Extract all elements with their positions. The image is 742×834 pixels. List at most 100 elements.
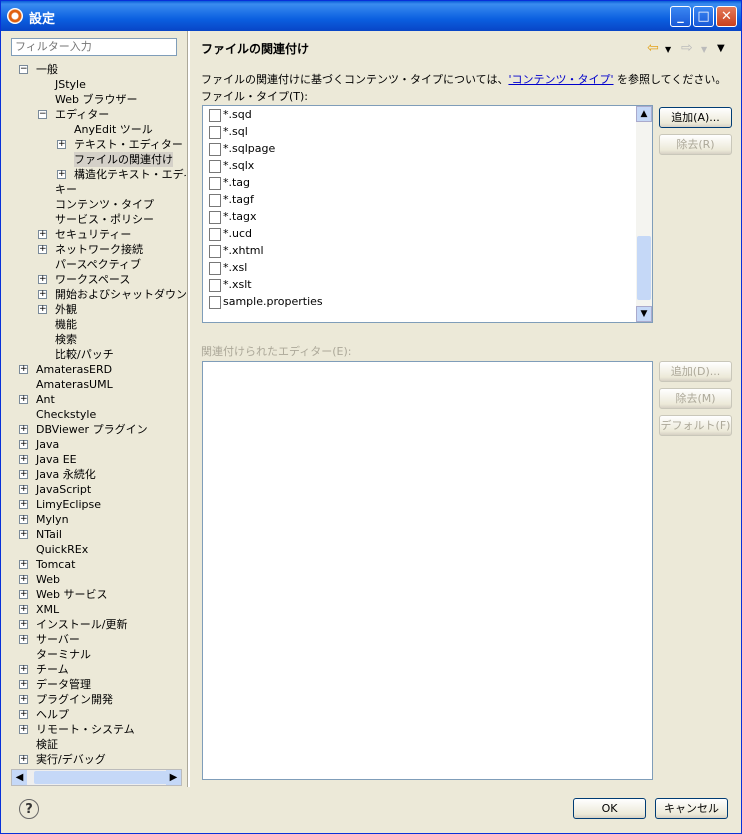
tree-item[interactable]: サーバー xyxy=(36,632,80,647)
expand-icon[interactable]: + xyxy=(19,665,28,674)
tree-item[interactable]: AmaterasERD xyxy=(36,362,112,377)
expand-icon[interactable]: + xyxy=(19,710,28,719)
tree-item[interactable]: エディター xyxy=(55,107,109,122)
tree-item[interactable]: AnyEdit ツール xyxy=(74,122,153,137)
tree-item[interactable]: QuickREx xyxy=(36,542,88,557)
tree-item[interactable]: 比較/パッチ xyxy=(55,347,114,362)
tree-item[interactable]: 機能 xyxy=(55,317,77,332)
title-bar[interactable]: 設定 _ □ ✕ xyxy=(1,1,741,31)
tree-item[interactable]: 外観 xyxy=(55,302,77,317)
tree-item[interactable]: Tomcat xyxy=(36,557,75,572)
expand-icon[interactable]: + xyxy=(19,440,28,449)
expand-icon[interactable]: + xyxy=(38,230,47,239)
expand-icon[interactable]: + xyxy=(19,365,28,374)
expand-icon[interactable]: + xyxy=(19,425,28,434)
tree-item[interactable]: 構造化テキスト・エディ xyxy=(74,167,186,182)
tree-item[interactable]: ターミナル xyxy=(36,647,91,662)
tree-item[interactable]: Checkstyle xyxy=(36,407,96,422)
expand-icon[interactable]: + xyxy=(19,500,28,509)
tree-item[interactable]: プラグイン開発 xyxy=(36,692,113,707)
expand-icon[interactable]: + xyxy=(19,725,28,734)
remove-file-type-button[interactable]: 除去(R) xyxy=(659,134,732,155)
tree-item[interactable]: 実行/デバッグ xyxy=(36,752,106,767)
back-arrow-icon[interactable]: ⇦ xyxy=(647,40,659,56)
tree-item[interactable]: Java xyxy=(36,437,59,452)
tree-horizontal-scrollbar[interactable]: ◀ ▶ xyxy=(11,769,182,786)
tree-item[interactable]: チーム xyxy=(36,662,69,677)
remove-editor-button[interactable]: 除去(M) xyxy=(659,388,732,409)
collapse-icon[interactable]: − xyxy=(19,65,28,74)
file-list-scroll-thumb[interactable] xyxy=(637,236,651,300)
file-type-item[interactable]: *.tag xyxy=(209,174,250,191)
file-type-item[interactable]: *.sqd xyxy=(209,106,252,123)
expand-icon[interactable]: + xyxy=(19,605,28,614)
tree-item[interactable]: DBViewer プラグイン xyxy=(36,422,148,437)
expand-icon[interactable]: + xyxy=(57,140,66,149)
tree-item[interactable]: NTail xyxy=(36,527,62,542)
close-button[interactable]: ✕ xyxy=(716,6,737,27)
file-type-item[interactable]: *.sql xyxy=(209,123,248,140)
expand-icon[interactable]: + xyxy=(19,755,28,764)
expand-icon[interactable]: + xyxy=(19,395,28,404)
file-type-list[interactable]: *.sqd *.sql *.sqlpage *.sqlx *.tag *.tagf *.ta… xyxy=(202,105,653,323)
expand-icon[interactable]: + xyxy=(19,575,28,584)
tree-item[interactable]: Web xyxy=(36,572,60,587)
tree-item[interactable]: サービス・ポリシー xyxy=(55,212,154,227)
file-type-item[interactable]: sample.properties xyxy=(209,293,323,310)
tree-item[interactable]: コンテンツ・タイプ xyxy=(55,197,154,212)
expand-icon[interactable]: + xyxy=(19,560,28,569)
tree-item[interactable]: Web ブラウザー xyxy=(55,92,137,107)
expand-icon[interactable]: + xyxy=(38,290,47,299)
scroll-right-icon[interactable]: ▶ xyxy=(166,770,181,785)
add-editor-button[interactable]: 追加(D)... xyxy=(659,361,732,382)
file-type-item[interactable]: *.ucd xyxy=(209,225,252,242)
tree-item[interactable]: テキスト・エディター xyxy=(74,137,183,152)
scroll-up-icon[interactable]: ▲ xyxy=(636,106,652,122)
expand-icon[interactable]: + xyxy=(19,695,28,704)
expand-icon[interactable]: + xyxy=(19,455,28,464)
tree-item[interactable]: ファイルの関連付け xyxy=(74,152,173,167)
expand-icon[interactable]: + xyxy=(57,170,66,179)
content-type-link[interactable]: 'コンテンツ・タイプ' xyxy=(508,73,613,86)
minimize-button[interactable]: _ xyxy=(670,6,691,27)
expand-icon[interactable]: + xyxy=(19,680,28,689)
tree-item[interactable]: リモート・システム xyxy=(36,722,135,737)
tree-item[interactable]: JavaScript xyxy=(36,482,91,497)
ok-button[interactable]: OK xyxy=(573,798,646,819)
tree-item[interactable]: 一般 xyxy=(36,62,58,77)
expand-icon[interactable]: + xyxy=(19,620,28,629)
expand-icon[interactable]: + xyxy=(19,470,28,479)
tree-item[interactable]: データ管理 xyxy=(36,677,91,692)
file-list-scrollbar[interactable]: ▲ ▼ xyxy=(636,106,652,322)
forward-arrow-icon[interactable]: ⇨ xyxy=(681,40,693,56)
preference-tree[interactable]: − 一般 JStyle Web ブラウザー − エディター AnyEdit ツール + テキスト… xyxy=(6,62,186,770)
add-file-type-button[interactable]: 追加(A)... xyxy=(659,107,732,128)
file-type-item[interactable]: *.xslt xyxy=(209,276,252,293)
scroll-thumb[interactable] xyxy=(34,771,168,784)
scroll-left-icon[interactable]: ◀ xyxy=(12,770,27,785)
file-type-item[interactable]: *.sqlpage xyxy=(209,140,275,157)
tree-item[interactable]: セキュリティー xyxy=(55,227,131,242)
file-type-item[interactable]: *.tagx xyxy=(209,208,257,225)
expand-icon[interactable]: + xyxy=(19,515,28,524)
tree-item[interactable]: 検索 xyxy=(55,332,77,347)
associated-editors-list[interactable] xyxy=(202,361,653,780)
expand-icon[interactable]: + xyxy=(38,305,47,314)
back-menu-icon[interactable]: ▼ xyxy=(665,45,671,54)
tree-item[interactable]: Ant xyxy=(36,392,55,407)
tree-item[interactable]: AmaterasUML xyxy=(36,377,113,392)
default-editor-button[interactable]: デフォルト(F) xyxy=(659,415,732,436)
file-type-item[interactable]: *.tagf xyxy=(209,191,254,208)
file-type-item[interactable]: *.sqlx xyxy=(209,157,254,174)
file-type-item[interactable]: *.xsl xyxy=(209,259,247,276)
tree-item[interactable]: XML xyxy=(36,602,59,617)
expand-icon[interactable]: + xyxy=(38,275,47,284)
expand-icon[interactable]: + xyxy=(19,635,28,644)
tree-item[interactable]: Java 永続化 xyxy=(36,467,96,482)
tree-item[interactable]: インストール/更新 xyxy=(36,617,128,632)
tree-item[interactable]: ヘルプ xyxy=(36,707,69,722)
tree-item[interactable]: 検証 xyxy=(36,737,58,752)
expand-icon[interactable]: + xyxy=(19,485,28,494)
cancel-button[interactable]: キャンセル xyxy=(655,798,728,819)
view-menu-icon[interactable]: ▼ xyxy=(717,43,725,54)
